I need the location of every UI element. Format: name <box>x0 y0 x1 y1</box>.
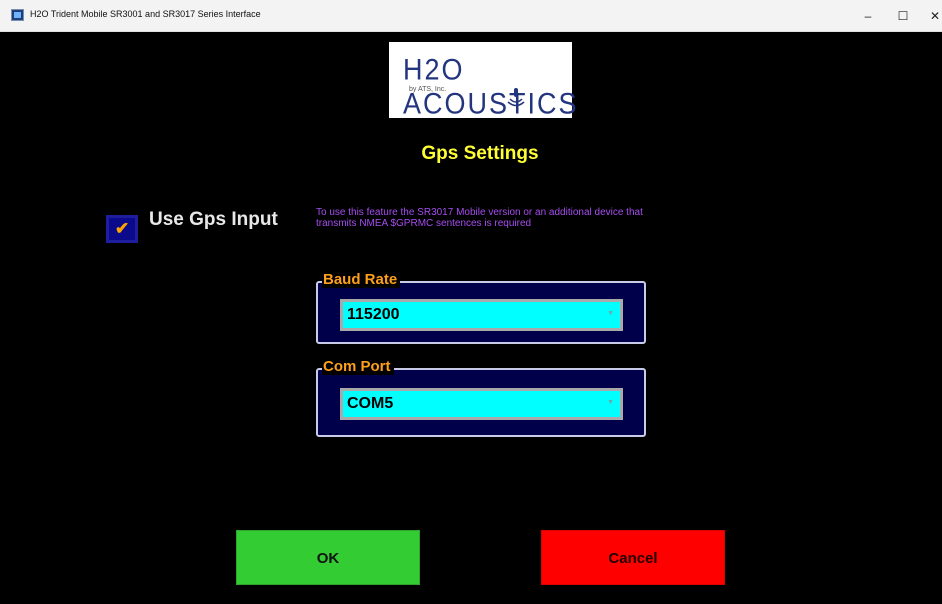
com-port-legend: Com Port <box>322 358 394 375</box>
checkbox-box: ✔ <box>113 219 131 238</box>
title-bar: H2O Trident Mobile SR3001 and SR3017 Ser… <box>0 0 942 32</box>
transducer-icon <box>507 88 525 107</box>
use-gps-checkbox[interactable]: ✔ <box>106 215 138 243</box>
chevron-down-icon[interactable]: ▼ <box>607 310 614 317</box>
chevron-down-icon[interactable]: ▼ <box>607 399 614 406</box>
baud-rate-select[interactable]: 115200 ▼ <box>340 299 623 331</box>
close-button[interactable]: ✕ <box>920 6 942 26</box>
minimize-button[interactable]: – <box>853 6 883 26</box>
checkmark-icon: ✔ <box>115 219 130 238</box>
ok-button[interactable]: OK <box>236 530 420 585</box>
baud-rate-legend: Baud Rate <box>322 271 401 288</box>
com-port-field: COM5 ▼ <box>343 391 620 417</box>
company-logo: H2O ACOUSTICS by ATS, Inc. <box>389 42 577 120</box>
baud-rate-field: 115200 ▼ <box>343 302 620 328</box>
com-port-value: COM5 <box>347 395 394 412</box>
baud-rate-group: Baud Rate 115200 ▼ <box>316 271 646 344</box>
com-port-group: Com Port COM5 ▼ <box>316 358 646 437</box>
cancel-button[interactable]: Cancel <box>541 530 725 585</box>
com-port-select[interactable]: COM5 ▼ <box>340 388 623 420</box>
window-title: H2O Trident Mobile SR3001 and SR3017 Ser… <box>30 9 261 19</box>
page-title: Gps Settings <box>421 143 539 164</box>
use-gps-label[interactable]: Use Gps Input <box>149 209 278 231</box>
baud-rate-value: 115200 <box>347 306 400 323</box>
gps-hint-text: To use this feature the SR3017 Mobile ve… <box>316 207 643 229</box>
maximize-button[interactable]: ☐ <box>888 6 918 26</box>
logo-subtitle: by ATS, Inc. <box>409 86 447 93</box>
app-icon <box>11 9 24 21</box>
